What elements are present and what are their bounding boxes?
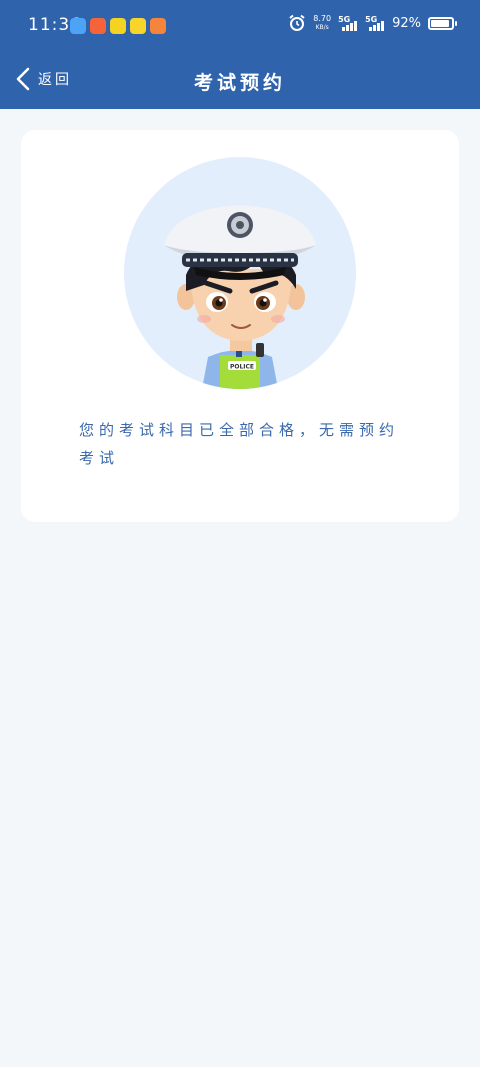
page-title: 考试预约 (193, 72, 286, 94)
top-bar: 11:36 8.70 KB/s 5G 5G 92% 返回 考试预约 (0, 0, 480, 109)
nav-bar: 返回 考试预约 (0, 52, 480, 109)
app-notification-icon (150, 18, 166, 34)
police-officer-illustration: POLICE (164, 205, 316, 389)
status-indicators: 8.70 KB/s 5G 5G 92% (288, 14, 457, 32)
status-card: POLICE 您的考试科目已全部合格，无需预约考试 (21, 130, 459, 522)
alarm-icon (289, 14, 305, 31)
notification-icons (70, 18, 166, 34)
app-notification-icon (110, 18, 126, 34)
exam-status-message: 您的考试科目已全部合格，无需预约考试 (79, 421, 400, 467)
police-badge-text: POLICE (230, 364, 254, 371)
police-mascot-avatar: POLICE (124, 157, 356, 389)
network-speed-unit: KB/s (315, 24, 329, 31)
network-speed-value: 8.70 (313, 14, 332, 23)
app-notification-icon (90, 18, 106, 34)
app-notification-icon (70, 18, 86, 34)
battery-level-fill (431, 19, 450, 27)
battery-icon (428, 16, 457, 30)
signal-strength-icon: 5G (338, 15, 358, 31)
battery-percent: 92% (392, 15, 421, 31)
network-speed: 8.70 KB/s (313, 14, 331, 32)
app-notification-icon (130, 18, 146, 34)
signal-strength-icon: 5G (365, 15, 385, 31)
status-bar: 11:36 8.70 KB/s 5G 5G 92% (0, 0, 480, 52)
